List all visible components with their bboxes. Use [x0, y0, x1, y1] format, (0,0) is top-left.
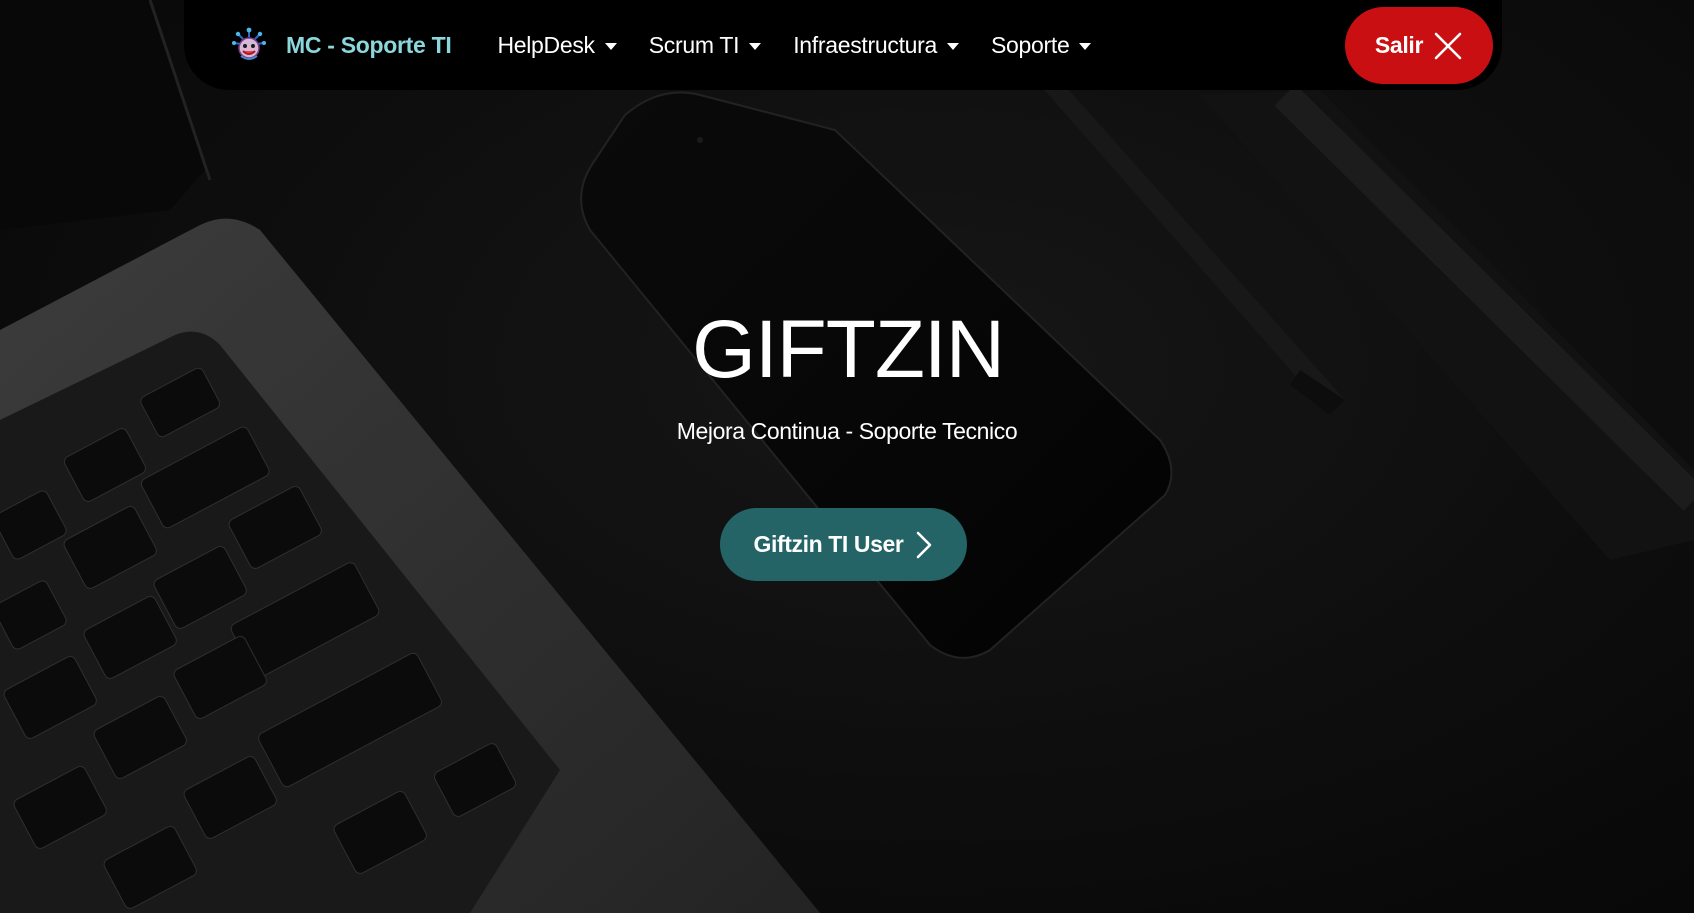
top-navbar: MC - Soporte TI HelpDesk Scrum TI Infrae… [184, 0, 1502, 90]
nav-item-soporte[interactable]: Soporte [991, 31, 1092, 59]
jester-mascot-icon [232, 27, 266, 60]
caret-down-icon [947, 42, 960, 50]
hero-subtitle: Mejora Continua - Soporte Tecnico [676, 418, 1018, 444]
hero-title: GIFTZIN [692, 304, 1005, 395]
logout-button[interactable]: Salir [1345, 7, 1493, 84]
caret-down-icon [604, 42, 617, 50]
nav-menu: HelpDesk Scrum TI Infraestructura Soport… [497, 32, 1123, 59]
giftzin-user-button[interactable]: Giftzin TI User [720, 508, 967, 581]
nav-item-helpdesk[interactable]: HelpDesk [497, 31, 617, 59]
page: MC - Soporte TI HelpDesk Scrum TI Infrae… [0, 0, 1694, 913]
caret-down-icon [1079, 42, 1092, 50]
chevron-right-icon [917, 531, 932, 558]
nav-item-scrum-ti[interactable]: Scrum TI [648, 31, 762, 59]
cta-label: Giftzin TI User [753, 531, 904, 557]
nav-item-label: HelpDesk [497, 31, 595, 58]
logout-label: Salir [1374, 32, 1424, 58]
nav-item-label: Soporte [991, 31, 1070, 58]
hero-section: GIFTZIN Mejora Continua - Soporte Tecnic… [0, 300, 1694, 581]
brand-title: MC - Soporte TI [286, 31, 452, 58]
nav-item-label: Infraestructura [793, 31, 938, 58]
close-icon [1434, 32, 1462, 59]
brand-link[interactable]: MC - Soporte TI [230, 26, 452, 64]
background-overlay [0, 0, 1694, 913]
nav-item-label: Scrum TI [648, 31, 740, 58]
caret-down-icon [749, 42, 762, 50]
nav-item-infraestructura[interactable]: Infraestructura [793, 31, 960, 59]
